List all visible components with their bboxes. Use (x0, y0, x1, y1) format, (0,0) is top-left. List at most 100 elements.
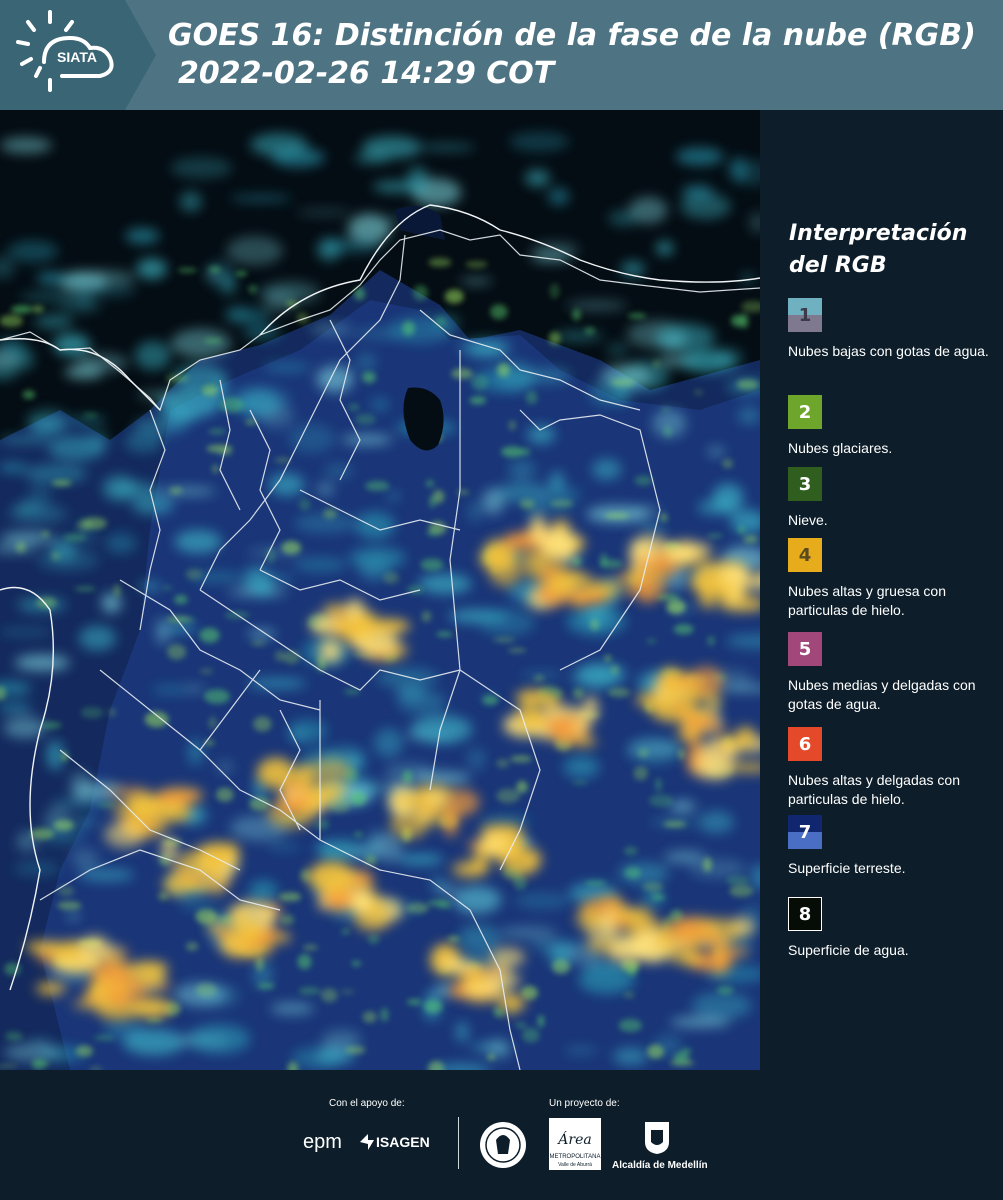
cyan-cloud-blob (159, 487, 216, 495)
cyan-cloud-blob (608, 210, 639, 227)
green-cloud-speck (436, 631, 453, 637)
green-cloud-speck (407, 998, 422, 1006)
cyan-cloud-blob (105, 532, 137, 554)
convective-cloud-blob (199, 850, 225, 879)
convective-cloud-blob (723, 565, 750, 580)
convective-cloud-blob (479, 833, 509, 855)
green-cloud-speck (298, 498, 311, 511)
convective-cloud-blob (25, 941, 68, 953)
cyan-cloud-blob (527, 425, 556, 444)
green-cloud-speck (604, 654, 611, 662)
green-cloud-speck (74, 586, 96, 591)
green-cloud-speck (297, 954, 312, 970)
green-cloud-speck (298, 986, 321, 995)
green-cloud-speck (487, 1054, 495, 1060)
green-cloud-speck (41, 531, 50, 537)
cyan-cloud-blob (553, 331, 604, 341)
green-cloud-speck (501, 446, 524, 458)
cyan-cloud-blob (374, 833, 403, 862)
cyan-cloud-blob (680, 349, 736, 373)
cyan-cloud-blob (48, 435, 105, 461)
cyan-cloud-blob (131, 495, 175, 515)
cyan-cloud-blob (47, 740, 64, 771)
convective-cloud-blob (612, 939, 659, 951)
convective-cloud-blob (572, 737, 597, 747)
green-cloud-speck (281, 540, 301, 555)
cyan-cloud-blob (564, 1046, 598, 1055)
cyan-cloud-blob (75, 282, 137, 298)
green-cloud-speck (425, 479, 435, 488)
legend-label-4: Nubes altas y gruesa con particulas de h… (788, 583, 946, 618)
green-cloud-speck (428, 257, 452, 267)
green-cloud-speck (253, 716, 272, 732)
green-cloud-speck (722, 459, 733, 469)
green-cloud-speck (402, 770, 413, 784)
epm-logo: epm (303, 1131, 342, 1153)
green-cloud-speck (496, 758, 510, 769)
cyan-cloud-blob (53, 333, 91, 357)
cyan-cloud-blob (670, 1016, 731, 1028)
green-cloud-speck (208, 266, 221, 273)
green-cloud-speck (585, 880, 607, 886)
legend-swatch-5: 5 (788, 632, 822, 666)
cyan-cloud-blob (554, 488, 581, 500)
green-cloud-speck (653, 359, 660, 369)
green-cloud-speck (549, 283, 560, 299)
green-cloud-speck (743, 535, 759, 544)
green-cloud-speck (22, 390, 36, 400)
convective-cloud-blob (323, 603, 349, 614)
green-cloud-speck (199, 627, 220, 643)
green-cloud-speck (215, 787, 234, 802)
green-cloud-speck (716, 985, 734, 995)
convective-cloud-blob (124, 791, 160, 811)
cyan-cloud-blob (67, 912, 80, 920)
legend-title-line2: del RGB (789, 253, 887, 278)
convective-cloud-blob (308, 758, 352, 783)
convective-cloud-blob (36, 982, 66, 995)
green-cloud-speck (257, 982, 275, 989)
isagen-logo-text: ISAGEN (376, 1134, 430, 1150)
convective-cloud-blob (362, 619, 411, 634)
cyan-cloud-blob (170, 328, 232, 358)
green-cloud-speck (362, 1011, 377, 1023)
metro-logo-line2: Valle de Aburrá (558, 1162, 592, 1168)
green-cloud-speck (729, 884, 754, 898)
cyan-cloud-blob (13, 861, 61, 876)
cyan-cloud-blob (73, 818, 97, 825)
cyan-cloud-blob (341, 434, 393, 445)
cyan-cloud-blob (515, 892, 571, 909)
green-cloud-speck (108, 708, 116, 717)
green-cloud-speck (661, 407, 671, 413)
cyan-cloud-blob (698, 811, 734, 834)
cyan-cloud-blob (78, 868, 135, 882)
cyan-cloud-blob (216, 760, 234, 774)
green-cloud-speck (623, 992, 635, 998)
convective-cloud-blob (688, 666, 724, 695)
green-cloud-speck (634, 475, 653, 486)
cyan-cloud-blob (707, 447, 725, 457)
convective-cloud-blob (544, 715, 573, 733)
green-cloud-speck (383, 572, 400, 584)
convective-cloud-blob (531, 514, 545, 544)
cyan-cloud-blob (7, 240, 59, 263)
green-cloud-speck (694, 390, 703, 395)
cyan-cloud-blob (697, 500, 737, 515)
green-cloud-speck (667, 600, 685, 615)
convective-cloud-blob (736, 726, 756, 741)
convective-cloud-blob (717, 735, 741, 750)
cyan-cloud-blob (525, 169, 550, 187)
cyan-cloud-blob (374, 728, 403, 758)
green-cloud-speck (607, 687, 631, 698)
green-cloud-speck (83, 412, 98, 418)
green-cloud-speck (627, 313, 647, 319)
footer: Con el apoyo de: Un proyecto de: epm ISA… (0, 1070, 1003, 1200)
green-cloud-speck (638, 748, 649, 758)
green-cloud-speck (516, 780, 528, 794)
cyan-cloud-blob (220, 273, 237, 296)
legend-label-8: Superficie de agua. (788, 942, 909, 958)
cyan-cloud-blob (14, 654, 70, 671)
logo-panel: SIATA (0, 0, 156, 110)
convective-cloud-blob (295, 764, 314, 789)
green-cloud-speck (250, 640, 266, 646)
green-cloud-speck (507, 648, 527, 653)
